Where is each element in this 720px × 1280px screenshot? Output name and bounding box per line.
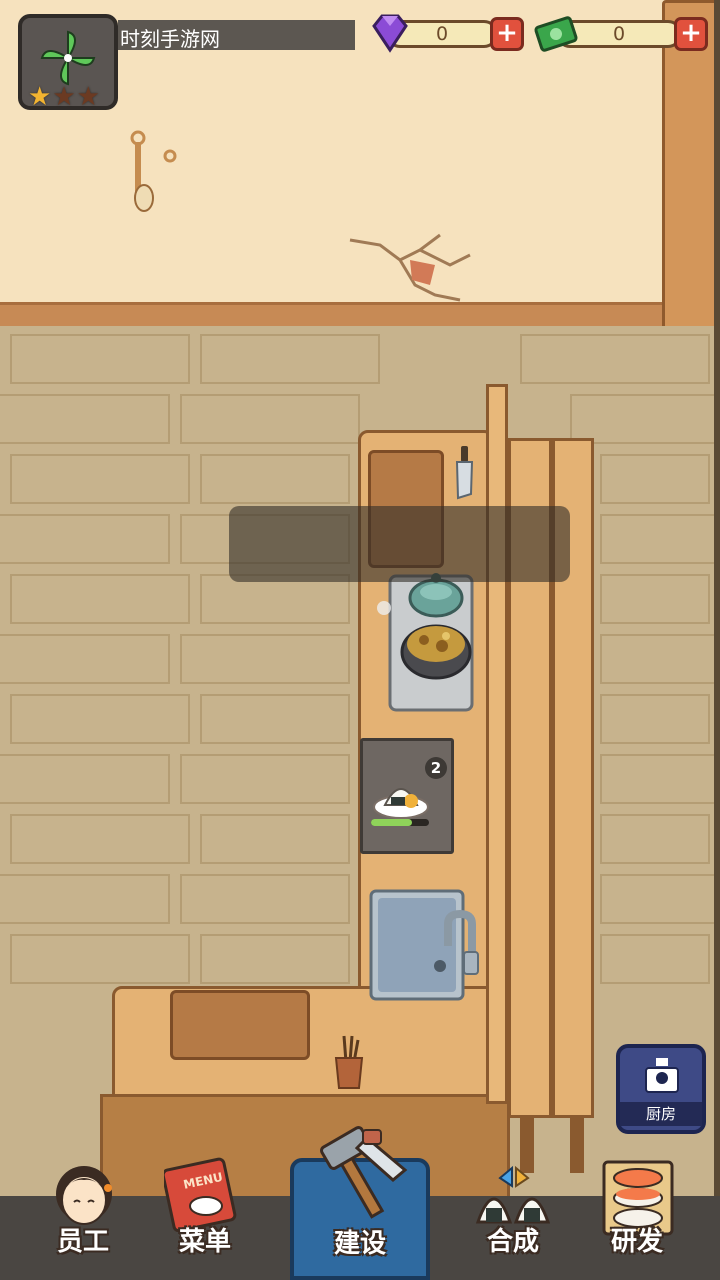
toast-overlay [229, 506, 570, 582]
counter-divider [486, 384, 508, 1104]
nav-research[interactable]: 研发 [582, 1150, 692, 1280]
nav-menu-label: 菜单 [178, 1227, 231, 1257]
plate-count-badge: 2 [425, 757, 447, 779]
player-avatar-frame[interactable]: ★★★ [18, 14, 118, 110]
chopsticks-cup-icon [334, 1035, 364, 1089]
add-gems-button[interactable]: + [490, 17, 524, 51]
nav-staff[interactable]: 员工 [28, 1150, 138, 1280]
stove-icon [645, 1058, 679, 1093]
site-name: 时刻手游网 [120, 27, 220, 51]
cutting-board-lower[interactable] [170, 990, 310, 1060]
star-empty-icon: ★ [52, 82, 76, 112]
knife-icon [455, 446, 474, 500]
cash-icon [534, 16, 578, 52]
stove[interactable] [376, 560, 486, 716]
wall-hook-utensil [130, 130, 177, 212]
pinwheel-icon [40, 30, 96, 86]
nav-research-label: 研发 [610, 1227, 663, 1257]
nav-build[interactable]: 建设 [305, 1124, 415, 1280]
rating-stars: ★★★ [28, 84, 112, 110]
hammer-saw-icon [320, 1126, 408, 1219]
site-name-banner: 时刻手游网 [118, 20, 355, 51]
staff-avatar-icon [56, 1166, 112, 1225]
right-edge-beam [714, 0, 720, 1280]
kitchen-label: 厨房 [620, 1102, 702, 1126]
wooden-pillar [662, 0, 720, 346]
progress-fill [371, 819, 412, 826]
nav-merge[interactable]: 合成 [458, 1150, 568, 1280]
nav-merge-label: 合成 [486, 1227, 539, 1257]
add-cash-button[interactable]: + [674, 17, 708, 51]
kitchen-button[interactable]: 厨房 [616, 1044, 706, 1134]
nav-build-label: 建设 [333, 1229, 386, 1259]
wall-crack [349, 233, 471, 302]
rice-ball-plate-icon [373, 788, 429, 819]
star-filled-icon: ★ [28, 82, 52, 112]
star-empty-icon: ★ [76, 82, 100, 112]
progress-track [371, 819, 429, 826]
nav-staff-label: 员工 [56, 1227, 109, 1257]
sink[interactable] [368, 888, 488, 1004]
nav-menu[interactable]: MENU 菜单 [150, 1150, 260, 1280]
gem-icon [372, 14, 408, 53]
prep-station[interactable]: 2 [360, 738, 454, 854]
